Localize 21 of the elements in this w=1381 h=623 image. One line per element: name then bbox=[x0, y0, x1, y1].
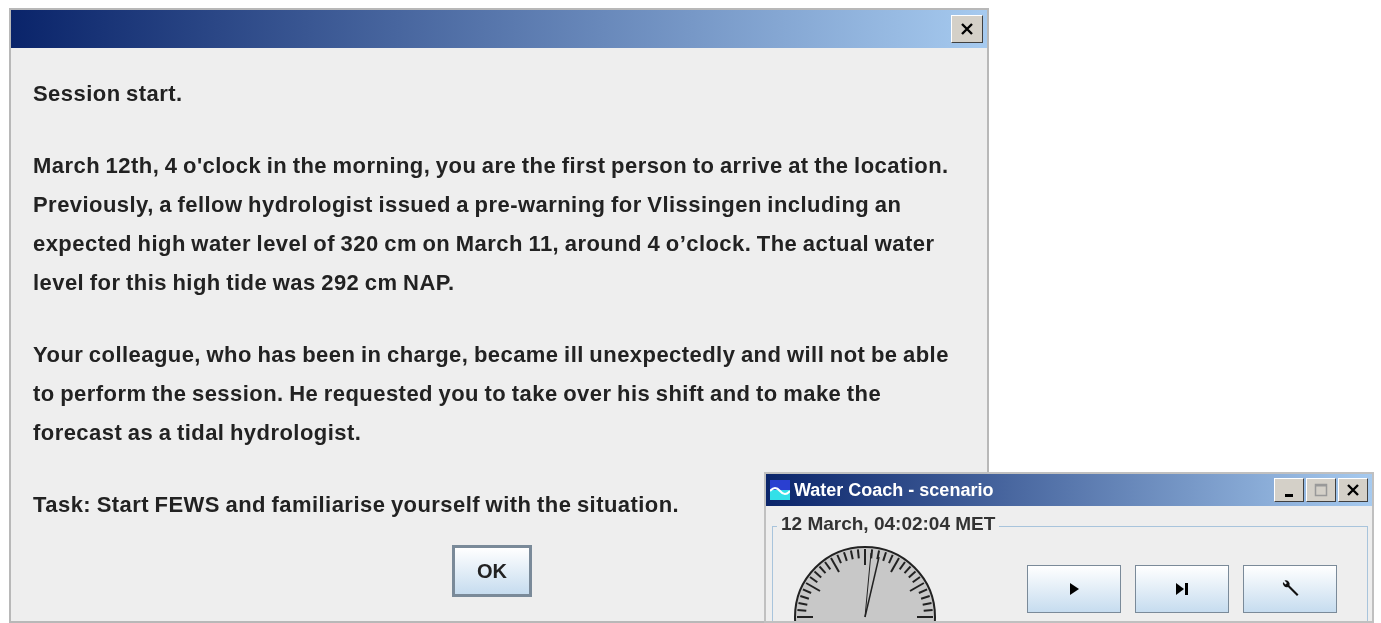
message-paragraph: Your colleague, who has been in charge, became ill unexpectedly and will not be able to perform the session. He requested you to take over his shift and to make the forecast as a tidal hydrologist. bbox=[33, 341, 950, 447]
wave-icon bbox=[770, 480, 790, 500]
maximize-icon bbox=[1314, 483, 1328, 497]
settings-button[interactable] bbox=[1243, 565, 1337, 613]
minimize-icon bbox=[1285, 493, 1293, 497]
play-icon bbox=[1067, 582, 1081, 596]
skip-forward-icon bbox=[1174, 582, 1190, 596]
close-icon bbox=[1346, 483, 1360, 497]
window-title: Water Coach - scenario bbox=[794, 479, 995, 501]
minimize-button[interactable] bbox=[1274, 478, 1304, 502]
ok-button[interactable]: OK bbox=[452, 545, 532, 597]
close-button[interactable] bbox=[951, 15, 983, 43]
message-paragraph: Task: Start FEWS and familiarise yourself with the situation. bbox=[33, 491, 680, 519]
play-button[interactable] bbox=[1027, 565, 1121, 613]
maximize-button[interactable] bbox=[1306, 478, 1336, 502]
step-button[interactable] bbox=[1135, 565, 1229, 613]
message-paragraph: March 12th, 4 o'clock in the morning, you are the first person to arrive at the location. Previously, a fellow hydrologist issued a pre-warning for Vlissingen including an expected high water level of 320 cm on March 11, around 4 o’clock. The actual water level for this high tide was 292 cm NAP. bbox=[33, 152, 950, 297]
message-paragraph: Session start. bbox=[33, 80, 183, 108]
close-button[interactable] bbox=[1338, 478, 1368, 502]
close-icon bbox=[960, 22, 974, 36]
wrench-icon bbox=[1280, 579, 1300, 599]
